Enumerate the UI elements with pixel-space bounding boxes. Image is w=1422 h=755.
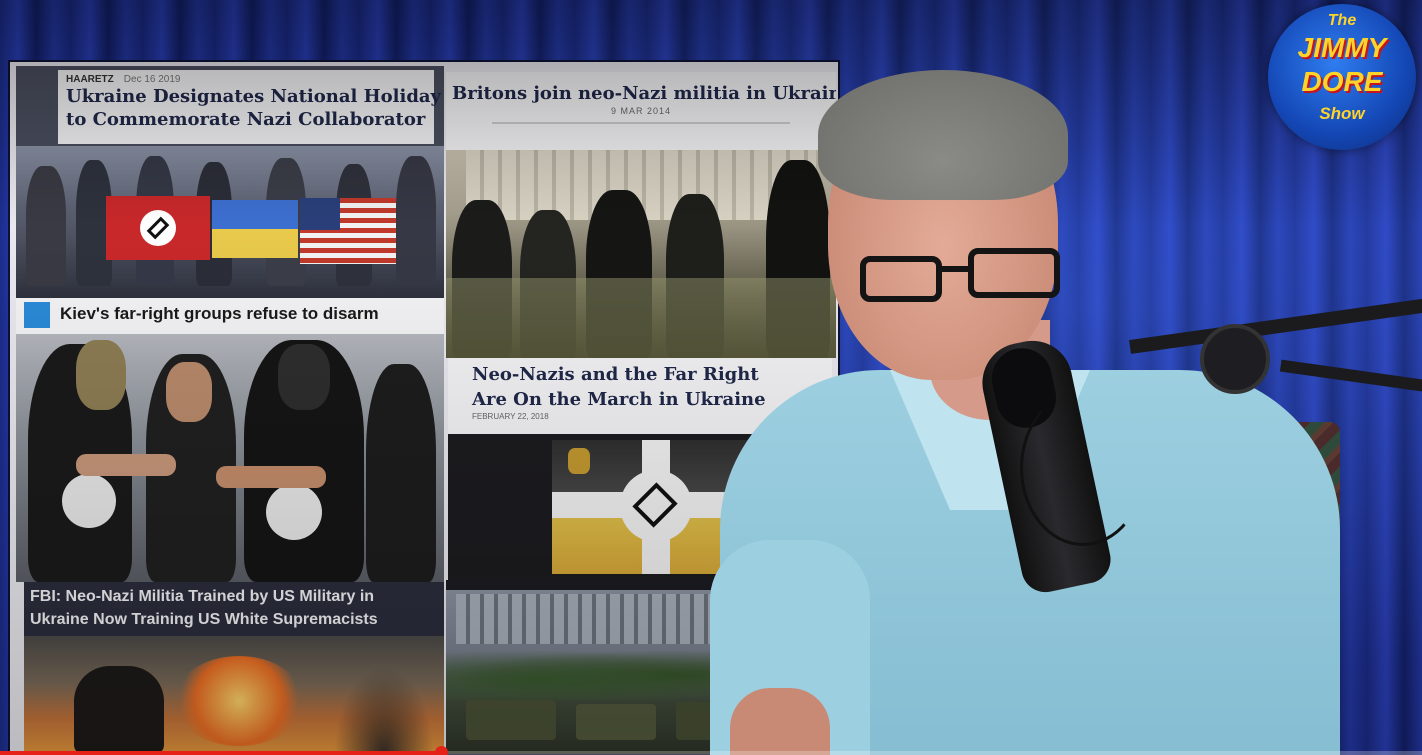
shock-mount	[1200, 324, 1270, 394]
headline-card: HAARETZ Dec 16 2019 Ukraine Designates N…	[58, 70, 442, 144]
crowd-photo	[16, 146, 444, 302]
headline-line: Ukraine Designates National Holiday	[66, 86, 442, 107]
headline-card: Kiev's far-right groups refuse to disarm	[16, 298, 444, 334]
source-label: HAARETZ	[66, 74, 114, 85]
panel-national-holiday: HAARETZ Dec 16 2019 Ukraine Designates N…	[16, 66, 444, 302]
show-logo: The JIMMY DORE Show	[1268, 4, 1416, 150]
us-flag	[300, 198, 396, 264]
ukraine-flag	[212, 200, 298, 258]
logo-jimmy: JIMMY	[1297, 32, 1387, 63]
scrubber-handle[interactable]	[434, 746, 448, 755]
nazi-flag	[106, 196, 210, 260]
logo-show: Show	[1319, 104, 1365, 123]
video-frame[interactable]: HAARETZ Dec 16 2019 Ukraine Designates N…	[0, 0, 1422, 755]
glasses	[850, 248, 1070, 308]
progress-fill	[0, 751, 441, 755]
boom-arm	[1129, 298, 1422, 354]
video-progress-bar[interactable]	[0, 746, 1422, 755]
hair	[818, 70, 1068, 200]
microphone	[974, 298, 1422, 597]
panel-kiev-far-right: Kiev's far-right groups refuse to disarm	[16, 298, 444, 582]
logo-dore: DORE	[1301, 66, 1383, 97]
headline-line: to Commemorate Nazi Collaborator	[66, 109, 426, 130]
date-label: Dec 16 2019	[123, 74, 181, 85]
logo-the: The	[1327, 12, 1357, 29]
nationalists-photo	[16, 334, 444, 582]
mic-cable	[1020, 390, 1146, 546]
boom-arm	[1279, 359, 1422, 393]
headline-line: Ukraine Now Training US White Supremacis…	[30, 611, 378, 628]
headline-line: Kiev's far-right groups refuse to disarm	[60, 304, 379, 323]
headline-line: FBI: Neo-Nazi Militia Trained by US Mili…	[30, 588, 375, 605]
headline-card: FBI: Neo-Nazi Militia Trained by US Mili…	[24, 582, 444, 636]
hand	[730, 688, 830, 755]
explosion-photo	[24, 636, 444, 754]
panel-fbi-militia: FBI: Neo-Nazi Militia Trained by US Mili…	[24, 582, 444, 636]
